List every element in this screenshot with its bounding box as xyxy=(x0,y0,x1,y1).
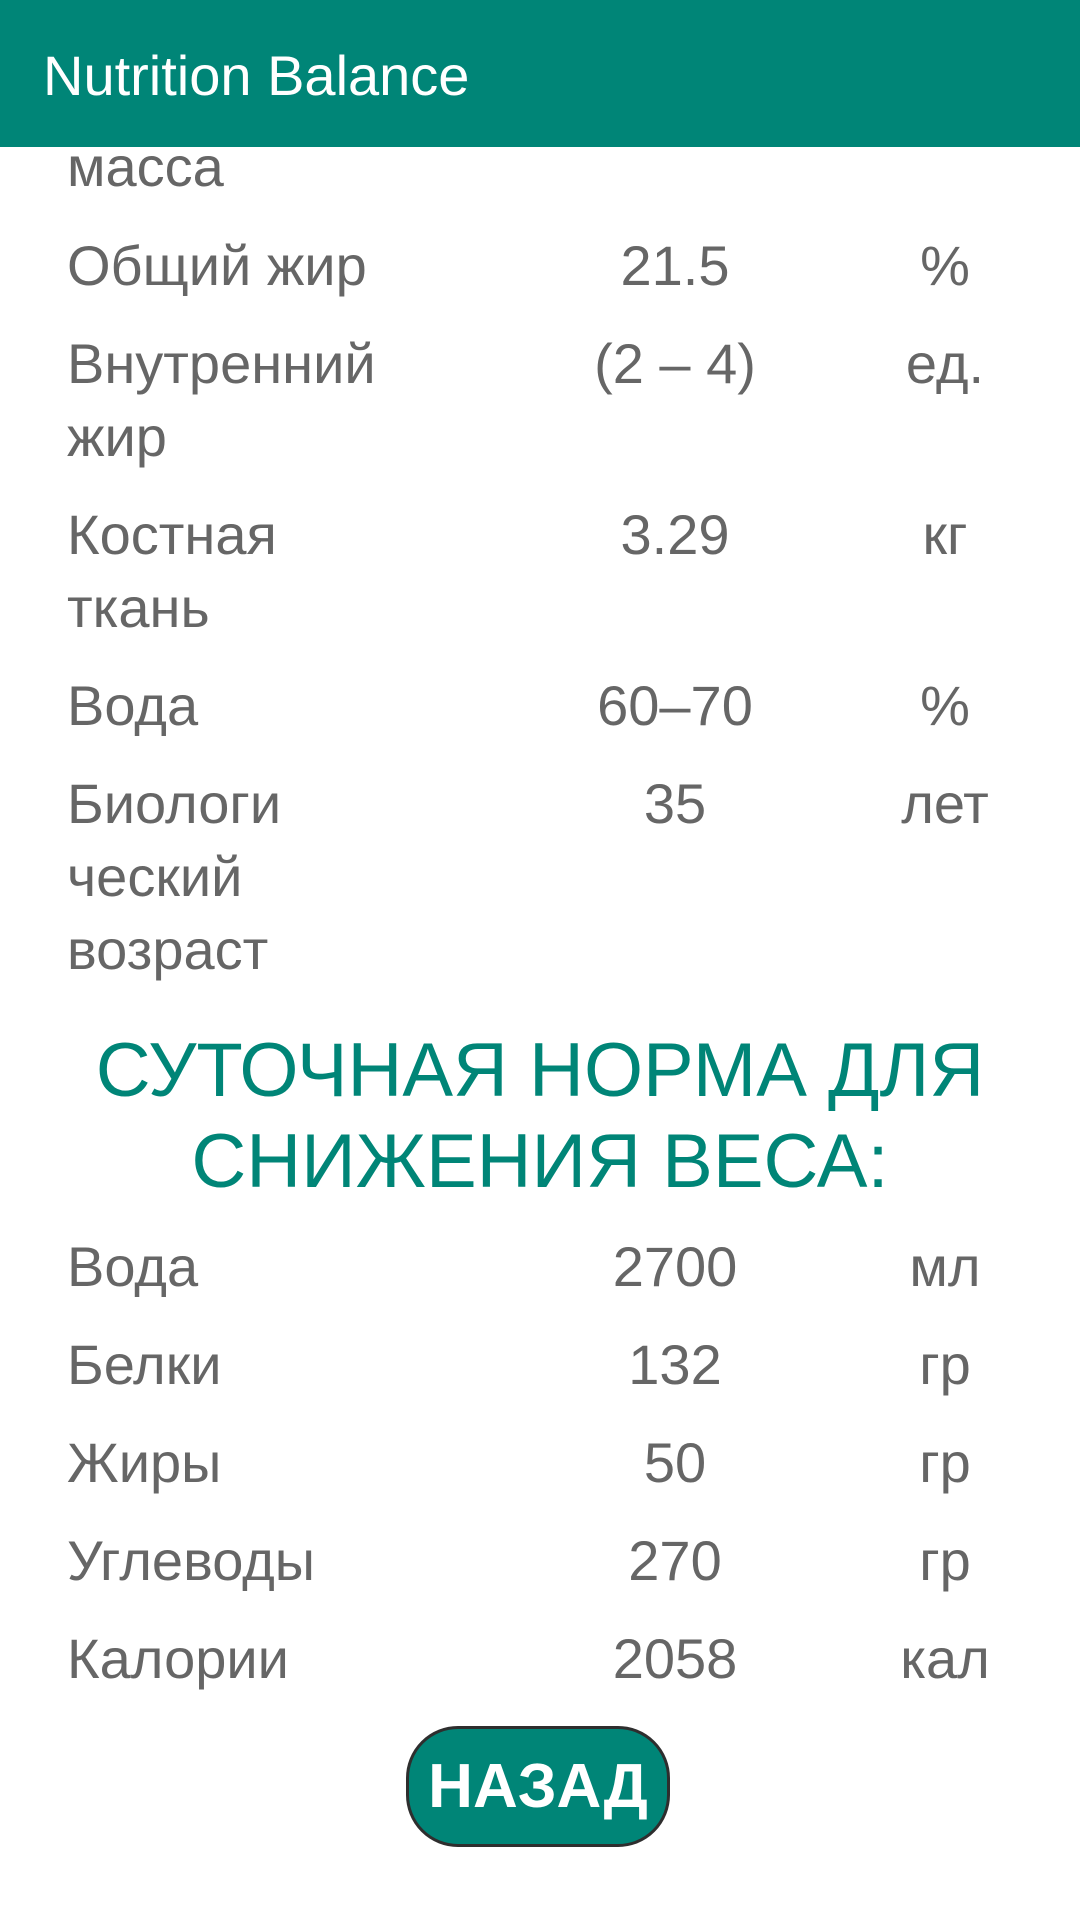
norm-label: Калории xyxy=(67,1627,289,1690)
metric-label: масса xyxy=(67,147,224,198)
norm-label: Вода xyxy=(67,1235,199,1298)
norm-unit: кал xyxy=(900,1627,990,1690)
norm-unit: гр xyxy=(919,1431,971,1494)
metric-label: Внутренний жир xyxy=(67,332,376,468)
back-button[interactable]: НАЗАД xyxy=(406,1726,670,1847)
metric-value: 35 xyxy=(643,772,707,835)
daily-norm-title: СУТОЧНАЯ НОРМА ДЛЯ СНИЖЕНИЯ ВЕСА: xyxy=(95,1028,985,1204)
norm-unit: мл xyxy=(909,1235,981,1298)
norm-value: 2058 xyxy=(612,1627,738,1690)
metric-value: 60–70 xyxy=(597,674,753,737)
norm-unit: гр xyxy=(919,1333,971,1396)
metric-label: Вода xyxy=(67,674,199,737)
norm-label: Жиры xyxy=(67,1431,222,1494)
metric-unit: % xyxy=(920,234,970,297)
metric-unit: % xyxy=(920,674,970,737)
metric-label: Общий жир xyxy=(67,234,367,297)
metric-unit: кг xyxy=(922,503,968,566)
app-bar: Nutrition Balance xyxy=(0,0,1080,147)
norm-value: 270 xyxy=(628,1529,722,1592)
norm-value: 50 xyxy=(643,1431,707,1494)
app-title: Nutrition Balance xyxy=(43,44,470,107)
metric-label: Костная ткань xyxy=(67,503,277,639)
metric-unit: ед. xyxy=(905,332,985,395)
norm-value: 132 xyxy=(628,1333,722,1396)
norm-value: 2700 xyxy=(612,1235,738,1298)
metric-unit: лет xyxy=(901,772,989,835)
metric-label: Биологи ческий возраст xyxy=(67,772,282,981)
norm-label: Углеводы xyxy=(67,1529,316,1592)
metric-value: 21.5 xyxy=(620,234,730,297)
norm-label: Белки xyxy=(67,1333,222,1396)
metric-value: (2 – 4) xyxy=(594,332,756,395)
metric-value: 3.29 xyxy=(620,503,730,566)
norm-unit: гр xyxy=(919,1529,971,1592)
content-scroll[interactable]: масса Общий жир 21.5 % Внутренний жир (2… xyxy=(0,147,1080,1920)
